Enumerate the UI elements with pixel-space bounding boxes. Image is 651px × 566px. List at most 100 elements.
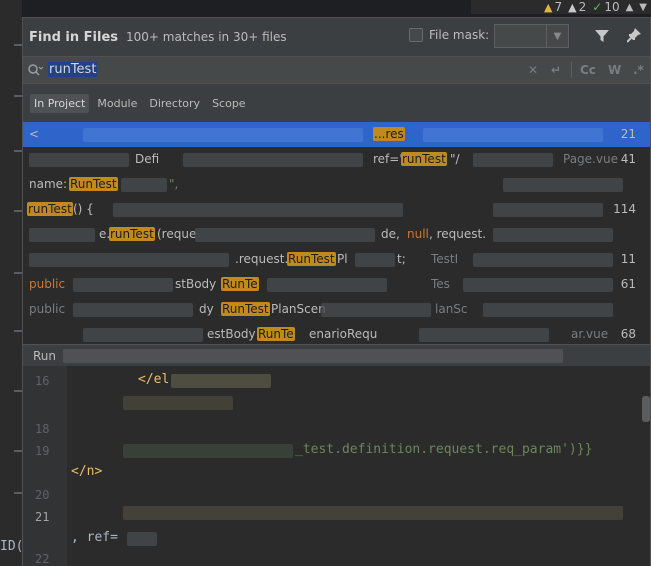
new-line-icon[interactable]: ↵ <box>551 63 561 77</box>
preview-file-label: Run <box>33 349 57 363</box>
tab-scope[interactable]: Scope <box>208 94 250 113</box>
preview-scrollbar[interactable] <box>642 396 650 422</box>
redacted-text <box>113 203 403 217</box>
search-input[interactable]: runTest <box>48 62 98 77</box>
tab-directory[interactable]: Directory <box>145 94 204 113</box>
result-row[interactable]: .request. RunTest Pl t; TestI 11 <box>23 247 650 272</box>
result-row[interactable]: name: " RunTest ", <box>23 172 650 197</box>
preview-header: Run <box>23 344 650 366</box>
redacted-text <box>123 506 623 520</box>
redacted-text <box>121 178 167 192</box>
background-code-line <box>14 450 22 452</box>
result-line-number: 114 <box>613 202 636 216</box>
background-code-line <box>14 44 22 46</box>
background-code-line <box>14 492 22 494</box>
search-separator <box>571 62 572 78</box>
redacted-text <box>195 228 375 242</box>
result-row[interactable]: public dy RunTest PlanScen lanSc <box>23 297 650 322</box>
redacted-text <box>29 153 129 167</box>
result-row[interactable]: runTest () { 114 <box>23 197 650 222</box>
tab-in-project[interactable]: In Project <box>30 93 90 113</box>
background-code-line <box>14 390 22 392</box>
redacted-text <box>63 349 563 363</box>
background-code-line <box>14 272 22 274</box>
line-number: 16 <box>35 374 50 388</box>
redacted-text <box>127 532 157 546</box>
previous-highlight-icon[interactable]: ▲ <box>626 2 634 13</box>
preview-gutter <box>23 366 67 566</box>
dialog-title: Find in Files <box>29 29 119 45</box>
redacted-text <box>423 128 603 142</box>
filter-icon[interactable] <box>595 29 609 43</box>
redacted-text <box>321 303 431 317</box>
redacted-text <box>493 228 613 242</box>
line-number: 20 <box>35 488 50 502</box>
code-line: </n> <box>71 464 103 479</box>
result-row[interactable]: e. runTest (reque de, null , request. <box>23 222 650 247</box>
result-line-number: 21 <box>620 127 636 141</box>
result-line-number: 41 <box>620 152 636 166</box>
ok-count[interactable]: ✓ 10 <box>592 0 619 14</box>
find-in-files-popup: Find in Files 100+ matches in 30+ files … <box>22 17 651 566</box>
chevron-down-icon[interactable]: ▼ <box>546 25 568 47</box>
line-number: 18 <box>35 422 50 436</box>
warning-icon: ▲ <box>544 0 553 14</box>
redacted-text <box>419 328 549 342</box>
background-code-line <box>14 210 22 212</box>
result-row[interactable]: < ...res 21 <box>23 122 650 147</box>
line-number: 21 <box>35 510 50 524</box>
result-line-number: 68 <box>620 327 636 341</box>
redacted-text <box>171 374 271 388</box>
redacted-text <box>483 303 613 317</box>
weak-warnings-count[interactable]: ▲ 2 <box>568 0 586 14</box>
redacted-text <box>183 153 363 167</box>
regex-toggle[interactable]: .* <box>633 63 644 77</box>
result-row[interactable]: estBody RunTe enarioRequ ar.vue 68 <box>23 322 650 344</box>
clear-search-icon[interactable]: ✕ <box>528 63 538 77</box>
pin-icon[interactable] <box>627 28 641 44</box>
line-number: 22 <box>35 552 50 566</box>
code-line: _test.definition.request.req_param')}} <box>295 442 593 457</box>
file-mask-option[interactable]: File mask: <box>409 28 489 42</box>
result-row[interactable]: Defi ref=" runTest "/ Page.vue 41 <box>23 147 650 172</box>
redacted-text <box>463 278 613 292</box>
code-line: , ref= <box>71 530 118 545</box>
redacted-text <box>73 303 193 317</box>
preview-editor[interactable]: 16 </el 18 19 _test.definition.request.r… <box>23 366 650 566</box>
check-icon: ✓ <box>592 0 603 14</box>
redacted-text <box>123 444 293 458</box>
redacted-text <box>123 396 233 410</box>
redacted-text <box>473 253 613 267</box>
background-editor-strip <box>0 0 22 566</box>
warnings-count[interactable]: ▲ 7 <box>544 0 562 14</box>
result-line-number: 11 <box>620 252 636 266</box>
whole-words-toggle[interactable]: W <box>608 63 621 77</box>
results-list: < ...res 21 Defi ref=" runTest "/ Page.v… <box>23 122 650 344</box>
search-icon[interactable] <box>27 63 43 77</box>
file-mask-combo[interactable]: ▼ <box>494 24 569 48</box>
weak-warning-icon: ▲ <box>568 0 577 14</box>
inspections-widget[interactable]: ▲ 7 ▲ 2 ✓ 10 ▲ ▼ <box>471 0 651 14</box>
file-mask-label: File mask: <box>429 28 490 42</box>
result-row[interactable]: public stBody RunTe Tes 61 <box>23 272 650 297</box>
result-line-number: 61 <box>620 277 636 291</box>
match-case-toggle[interactable]: Cc <box>580 63 596 77</box>
redacted-text <box>493 203 603 217</box>
redacted-text <box>29 228 95 242</box>
line-number: 19 <box>35 444 50 458</box>
redacted-text <box>355 253 395 267</box>
code-line: </el <box>138 372 170 387</box>
match-summary: 100+ matches in 30+ files <box>126 30 287 44</box>
redacted-text <box>83 328 203 342</box>
next-highlight-icon[interactable]: ▼ <box>639 2 647 13</box>
background-code-line <box>14 150 22 152</box>
redacted-text <box>503 178 623 192</box>
scope-tabs: In Project Module Directory Scope <box>23 90 650 116</box>
tab-module[interactable]: Module <box>93 94 141 113</box>
file-mask-checkbox[interactable] <box>409 28 423 42</box>
redacted-text <box>29 253 229 267</box>
search-row: runTest ✕ ↵ Cc W .* <box>23 56 650 84</box>
redacted-text <box>73 278 173 292</box>
background-code-line <box>14 330 22 332</box>
background-code-line <box>14 95 22 97</box>
